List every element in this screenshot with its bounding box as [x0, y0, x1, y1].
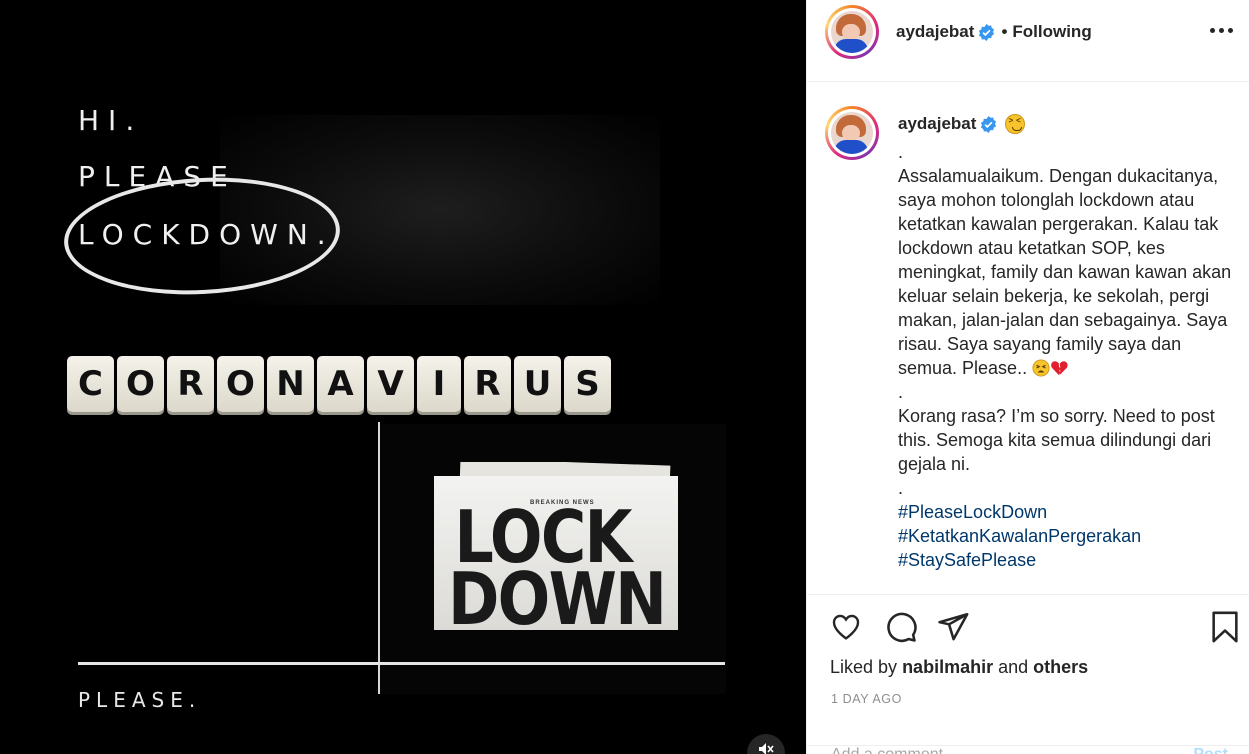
post-comment-button[interactable]: Post	[1193, 746, 1228, 754]
letter-tile: C	[67, 356, 114, 412]
hashtag-link[interactable]: #StaySafePlease	[898, 548, 1238, 572]
share-button[interactable]	[935, 609, 971, 645]
persevering-face-emoji-icon	[1005, 114, 1026, 134]
post-media[interactable]: HI. PLEASE LOCKDOWN. C O R O N A V I R U…	[0, 0, 806, 754]
header-username[interactable]: aydajebat	[896, 22, 974, 42]
comment-icon	[887, 612, 917, 643]
post-side-panel: aydajebat • Following aydajebat . Assala…	[806, 0, 1249, 754]
like-button[interactable]	[828, 609, 864, 645]
save-button[interactable]	[1207, 609, 1243, 645]
verified-badge-icon	[981, 115, 997, 133]
tired-face-emoji-icon	[1032, 359, 1050, 377]
caption-paragraph-2: Korang rasa? I’m so sorry. Need to post …	[898, 406, 1220, 474]
header-separator: •	[1001, 22, 1008, 41]
letter-tile: N	[267, 356, 314, 412]
heart-icon	[832, 614, 860, 640]
liked-others-link[interactable]: others	[1033, 657, 1088, 677]
caption-scroll-area[interactable]: aydajebat . Assalamualaikum. Dengan duka…	[807, 82, 1249, 594]
bookmark-icon	[1212, 611, 1238, 643]
caption-dot: .	[898, 142, 904, 162]
letter-tile: V	[367, 356, 414, 412]
letter-tile: S	[564, 356, 611, 412]
broken-heart-emoji-icon	[1051, 361, 1068, 376]
letter-tile: I	[417, 356, 461, 412]
newspaper-headline: LOCK DOWN	[448, 495, 667, 630]
caption-username[interactable]: aydajebat	[898, 114, 976, 134]
post-timestamp[interactable]: 1 DAY AGO	[831, 692, 902, 706]
vertical-divider	[378, 422, 380, 694]
mute-button[interactable]	[747, 734, 785, 754]
liked-prefix: Liked by	[830, 657, 898, 677]
avatar[interactable]	[825, 106, 879, 160]
letter-tile: R	[167, 356, 214, 412]
letter-tile: O	[117, 356, 164, 412]
newspaper-image: BREAKING NEWS LOCK DOWN	[434, 462, 678, 630]
hashtag-link[interactable]: #KetatkanKawalanPergerakan	[898, 524, 1238, 548]
share-icon	[938, 612, 969, 641]
liked-and: and	[998, 657, 1029, 677]
letter-tile: U	[514, 356, 561, 412]
post-actions: Liked by nabilmahir and others 1 DAY AGO…	[807, 594, 1249, 754]
speaker-muted-icon	[759, 743, 774, 754]
letter-tile: A	[317, 356, 364, 412]
comment-button[interactable]	[883, 609, 919, 645]
caption-dot: .	[898, 478, 904, 498]
post-header: aydajebat • Following	[807, 0, 1249, 82]
comment-input[interactable]: Add a comment…	[831, 746, 959, 754]
following-button[interactable]: Following	[1012, 22, 1091, 42]
letter-tile: O	[217, 356, 264, 412]
likes-summary: Liked by nabilmahir and others	[830, 657, 1088, 678]
coronavirus-tiles: C O R O N A V I R U S	[67, 356, 611, 412]
avatar[interactable]	[825, 5, 879, 59]
hashtag-link[interactable]: #PleaseLockDown	[898, 500, 1238, 524]
caption-dot: .	[898, 382, 904, 402]
caption-paragraph-1: Assalamualaikum. Dengan dukacitanya, say…	[898, 166, 1237, 378]
verified-badge-icon	[979, 23, 995, 41]
caption-text: . Assalamualaikum. Dengan dukacitanya, s…	[898, 140, 1238, 572]
liked-user-link[interactable]: nabilmahir	[902, 657, 993, 677]
more-options-icon[interactable]	[1210, 28, 1233, 33]
media-text-bottom: PLEASE.	[78, 688, 202, 712]
media-text-hi: HI.	[78, 104, 144, 137]
letter-tile: R	[464, 356, 511, 412]
horizontal-divider	[78, 662, 725, 665]
comment-box: Add a comment… Post	[807, 745, 1249, 754]
